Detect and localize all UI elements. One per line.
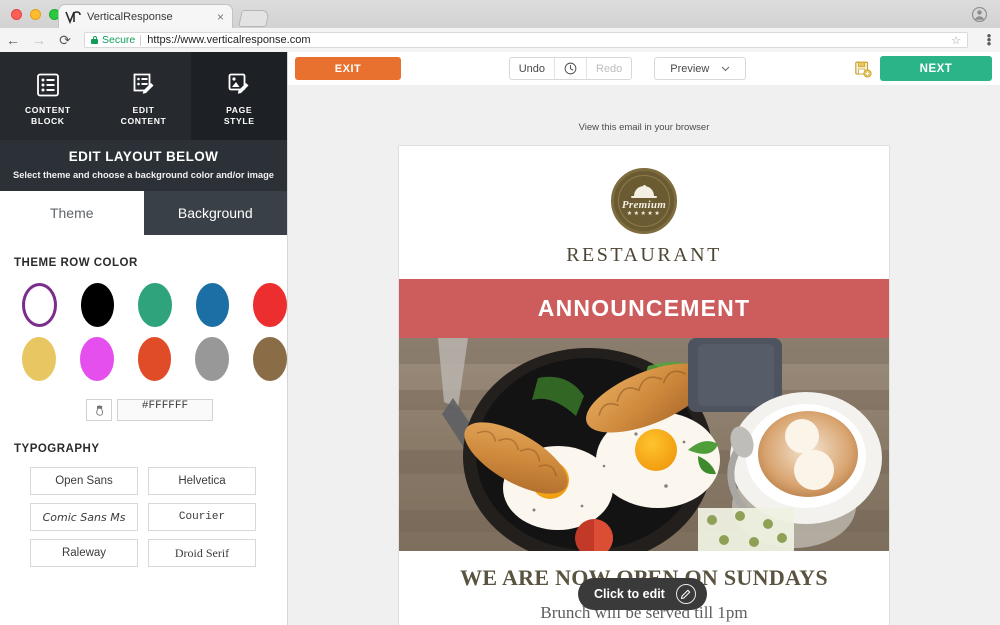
forward-button[interactable]: → — [26, 33, 52, 47]
lock-icon — [91, 36, 98, 44]
pencil-icon — [675, 584, 696, 604]
preview-dropdown[interactable]: Preview — [654, 57, 747, 80]
minimize-window-button[interactable] — [30, 9, 41, 20]
badge-inner-ring — [618, 175, 670, 227]
tool-content-block-label: CONTENT BLOCK — [24, 104, 71, 126]
announcement-banner-text: ANNOUNCEMENT — [537, 295, 751, 321]
page-style-icon — [228, 73, 249, 94]
browser-titlebar: VerticalResponse × — [0, 0, 1000, 29]
email-header-row[interactable]: Premium ★★★★★ RESTAURANT — [399, 146, 889, 279]
exit-button[interactable]: EXIT — [295, 57, 401, 80]
chevron-down-icon — [721, 66, 730, 71]
tool-page-style-label: PAGE STYLE — [223, 104, 255, 126]
announcement-banner[interactable]: ANNOUNCEMENT — [399, 279, 889, 338]
address-bar[interactable]: Secure https://www.verticalresponse.com … — [84, 32, 968, 48]
color-swatch-black[interactable] — [80, 283, 115, 327]
app-root: VerticalResponse × ← → ⟳ Secure https://… — [0, 0, 1000, 625]
color-swatch-gray[interactable] — [195, 337, 230, 381]
clock-icon — [564, 62, 577, 75]
tool-page-style[interactable]: PAGE STYLE — [191, 52, 287, 140]
font-option-droid-serif[interactable]: Droid Serif — [148, 539, 256, 567]
color-swatch-row — [22, 283, 287, 327]
tool-content-block[interactable]: CONTENT BLOCK — [0, 52, 96, 140]
browser-tab[interactable]: VerticalResponse × — [58, 4, 233, 28]
close-window-button[interactable] — [11, 9, 22, 20]
tab-close-icon[interactable]: × — [215, 11, 226, 23]
reload-button[interactable]: ⟳ — [52, 33, 78, 47]
font-option-courier[interactable]: Courier — [148, 503, 256, 531]
color-swatch-red[interactable] — [253, 283, 287, 327]
redo-button[interactable]: Redo — [587, 58, 631, 79]
browser-menu-icon[interactable]: • • • — [978, 29, 1000, 50]
color-swatch-blue[interactable] — [195, 283, 230, 327]
list-block-icon — [36, 73, 59, 96]
preheader-text: View this email in your browser — [578, 122, 710, 133]
omnibox-divider — [140, 34, 142, 46]
edit-layout-subtitle: Select theme and choose a background col… — [13, 170, 274, 180]
history-button[interactable] — [555, 58, 587, 79]
sidebar-tabs: Theme Background — [0, 191, 287, 235]
font-option-open-sans[interactable]: Open Sans — [30, 467, 138, 495]
email-canvas[interactable]: View this email in your browser Premium … — [288, 85, 1000, 625]
typography-row: Open Sans Helvetica — [30, 467, 273, 495]
typography-row: Comic Sans Ms Courier — [30, 503, 273, 531]
hex-color-input[interactable]: #FFFFFF — [117, 399, 213, 421]
back-button[interactable]: ← — [0, 33, 26, 47]
undo-button[interactable]: Undo — [510, 58, 555, 79]
color-swatch-white[interactable] — [22, 283, 57, 327]
color-swatch-grid — [0, 269, 287, 381]
edit-content-icon — [133, 73, 153, 94]
eyedropper-button[interactable] — [86, 399, 112, 421]
restaurant-name: RESTAURANT — [566, 244, 722, 266]
window-controls[interactable] — [11, 9, 60, 20]
editor-sidebar: CONTENT BLOCK EDIT CONTENT PAGE STYLE ED… — [0, 52, 288, 625]
typography-grid: Open Sans Helvetica Comic Sans Ms Courie… — [0, 455, 287, 567]
color-swatch-gold[interactable] — [22, 337, 56, 381]
font-option-comic-sans-ms[interactable]: Comic Sans Ms — [30, 503, 138, 531]
cloche-badge-icon — [631, 184, 657, 198]
typography-row: Raleway Droid Serif — [30, 539, 273, 567]
edit-layout-title: EDIT LAYOUT BELOW — [68, 149, 219, 164]
new-tab-button[interactable] — [238, 10, 270, 27]
click-to-edit-tooltip[interactable]: Click to edit — [578, 578, 707, 610]
color-swatch-brown[interactable] — [253, 337, 287, 381]
premium-logo-badge: Premium ★★★★★ — [611, 168, 677, 234]
browser-navbar: ← → ⟳ Secure https://www.verticalrespons… — [0, 28, 1000, 53]
browser-tab-title: VerticalResponse — [87, 10, 173, 23]
edit-layout-header: EDIT LAYOUT BELOW Select theme and choos… — [0, 140, 287, 191]
color-swatch-teal[interactable] — [138, 283, 172, 327]
font-option-raleway[interactable]: Raleway — [30, 539, 138, 567]
bookmark-icon[interactable]: ☆ — [951, 34, 961, 47]
profile-avatar-icon[interactable] — [971, 6, 988, 23]
color-swatch-orange[interactable] — [137, 337, 172, 381]
save-template-icon[interactable] — [854, 60, 872, 78]
font-option-helvetica[interactable]: Helvetica — [148, 467, 256, 495]
tool-edit-content-label: EDIT CONTENT — [120, 104, 167, 126]
eyedropper-icon — [95, 404, 103, 416]
preview-label: Preview — [670, 62, 710, 75]
color-swatch-magenta[interactable] — [79, 337, 114, 381]
typography-title: TYPOGRAPHY — [14, 443, 100, 455]
next-button[interactable]: NEXT — [880, 56, 992, 81]
secure-label: Secure — [102, 34, 136, 46]
color-swatch-row — [22, 337, 287, 381]
breakfast-skillet-photo[interactable] — [399, 338, 889, 551]
email-template[interactable]: Premium ★★★★★ RESTAURANT ANNOUNCEMENT WE… — [398, 145, 890, 625]
sidebar-tool-row: CONTENT BLOCK EDIT CONTENT PAGE STYLE — [0, 52, 287, 140]
vr-monogram-icon — [65, 10, 81, 24]
undo-redo-group: Undo Redo — [508, 57, 633, 80]
tab-background[interactable]: Background — [143, 191, 287, 235]
tab-theme[interactable]: Theme — [0, 191, 144, 235]
address-bar-url: https://www.verticalresponse.com — [147, 34, 311, 46]
click-to-edit-label: Click to edit — [594, 587, 665, 601]
tool-edit-content[interactable]: EDIT CONTENT — [96, 52, 192, 140]
hex-color-row: #FFFFFF — [0, 391, 287, 421]
editor-toolbar: EXIT Undo Redo Preview NEXT — [288, 52, 1000, 86]
theme-row-color-title: THEME ROW COLOR — [14, 257, 138, 269]
